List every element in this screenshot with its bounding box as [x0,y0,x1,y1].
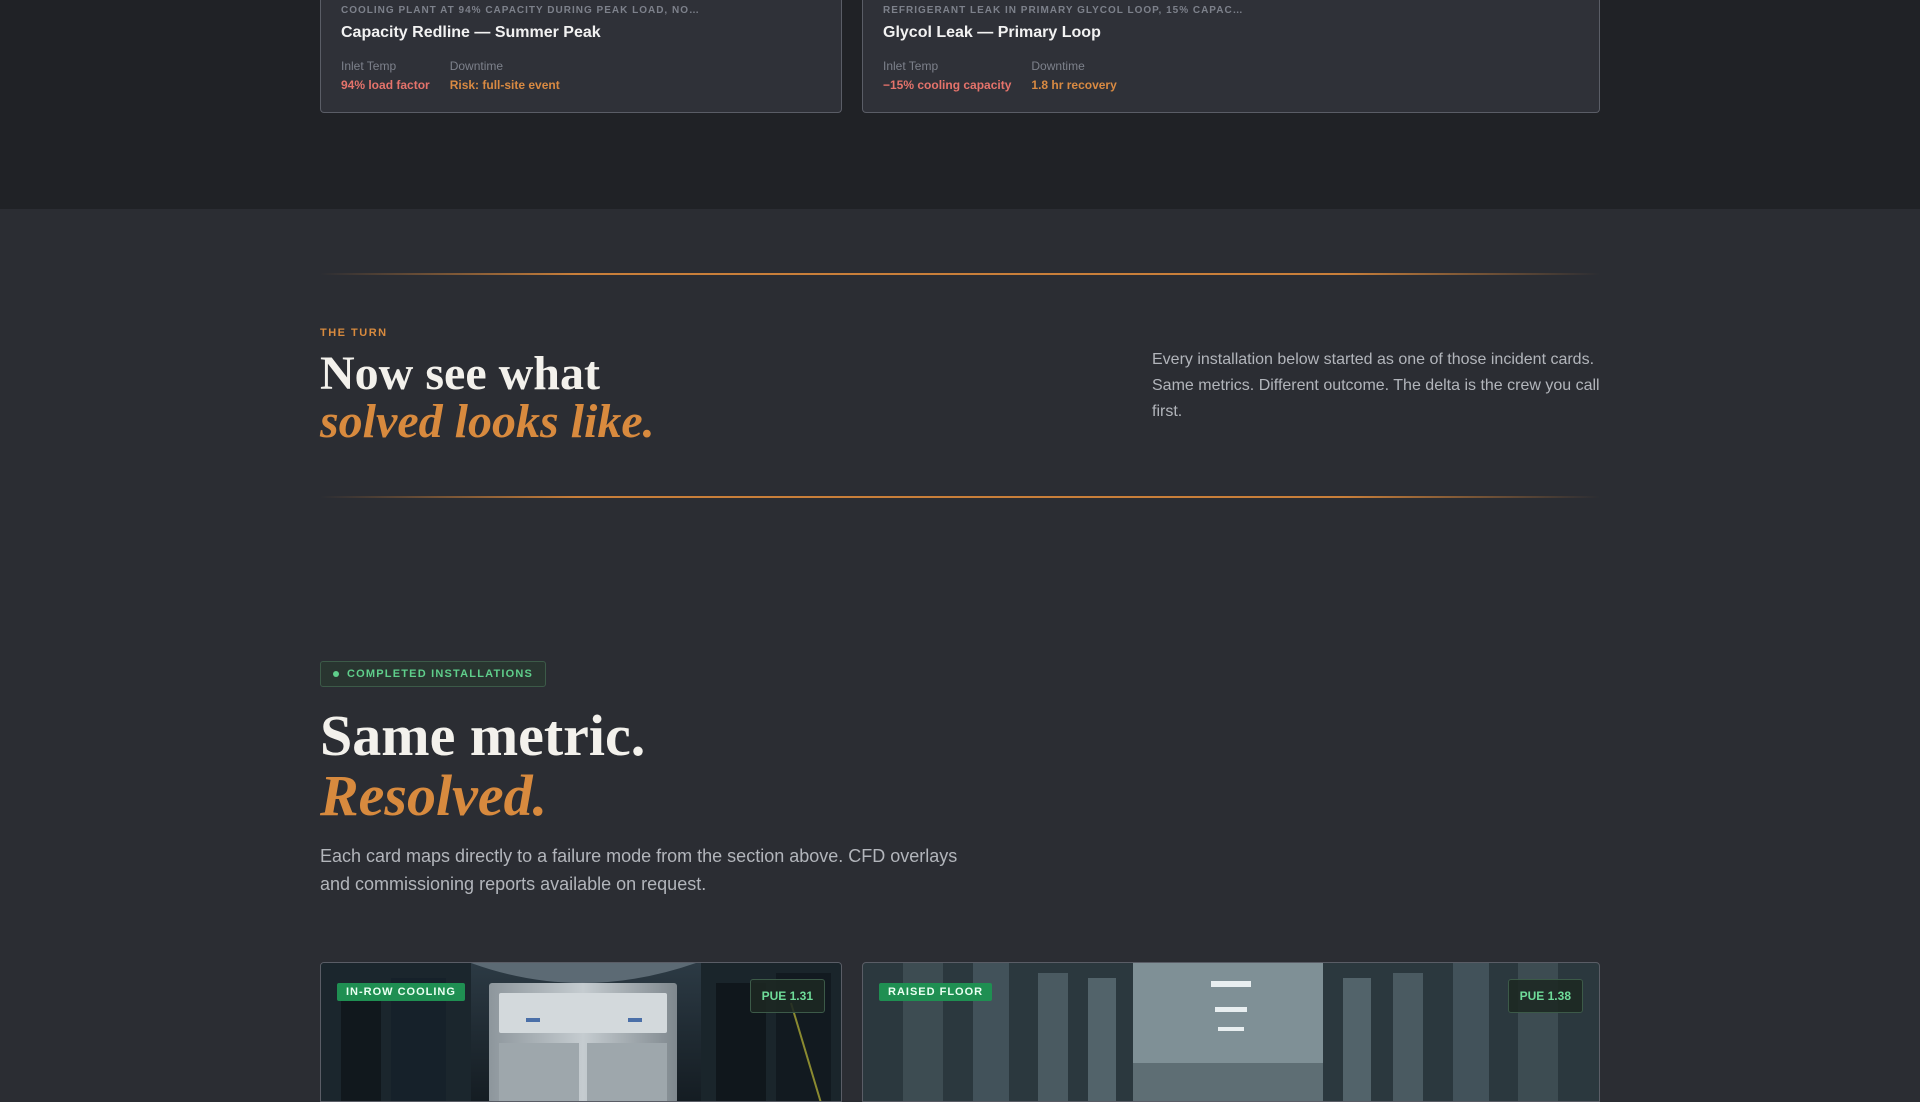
completed-installations-badge: COMPLETED INSTALLATIONS [320,661,547,687]
incident-eyebrow: COOLING PLANT AT 94% CAPACITY DURING PEA… [341,5,700,16]
installation-card-in-row-cooling[interactable]: IN-ROW COOLING PUE 1.31 [320,962,842,1102]
incident-eyebrow: REFRIGERANT LEAK IN PRIMARY GLYCOL LOOP,… [883,5,1244,16]
metric-label: Inlet Temp [883,59,939,73]
badge-label: COMPLETED INSTALLATIONS [347,668,534,680]
metric-inlet-temp: Inlet Temp −15% cooling capacity [883,59,1011,92]
metric-inlet-temp: Inlet Temp 94% load factor [341,59,430,92]
status-dot-icon [333,671,339,677]
card-tag: RAISED FLOOR [879,983,993,1001]
installations-description: Each card maps directly to a failure mod… [320,846,958,894]
card-tag: IN-ROW COOLING [337,983,465,1001]
section-divider-bottom [320,496,1600,498]
installations-heading-line1: Same metric. [320,703,646,768]
installations-heading: Same metric. Resolved. [320,706,645,826]
turn-heading-line1: Now see what [320,347,600,400]
installations-heading-accent: Resolved. [320,763,548,828]
metric-downtime: Downtime Risk: full-site event [450,59,560,92]
metric-label: Downtime [449,59,504,73]
installation-card-raised-floor[interactable]: RAISED FLOOR PUE 1.38 [862,962,1600,1102]
incident-title: Glycol Leak — Primary Loop [883,24,1101,41]
metric-value: −15% cooling capacity [883,78,1012,92]
incident-card-capacity-redline[interactable]: COOLING PLANT AT 94% CAPACITY DURING PEA… [320,0,842,113]
metric-value: Risk: full-site event [449,78,560,92]
turn-heading: Now see what solved looks like. [320,350,655,446]
incident-metrics: Inlet Temp −15% cooling capacity Downtim… [883,59,1117,92]
metric-value: 94% load factor [341,78,430,92]
incident-metrics: Inlet Temp 94% load factor Downtime Risk… [341,59,560,92]
turn-eyebrow: THE TURN [320,327,388,339]
turn-heading-accent: solved looks like. [320,395,655,448]
incident-title: Capacity Redline — Summer Peak [341,24,601,41]
pue-badge: PUE 1.31 [749,979,825,1013]
metric-label: Inlet Temp [341,59,397,73]
pue-badge: PUE 1.38 [1507,979,1583,1013]
metric-value: 1.8 hr recovery [1031,78,1117,92]
metric-downtime: Downtime 1.8 hr recovery [1031,59,1116,92]
incident-card-glycol-leak[interactable]: REFRIGERANT LEAK IN PRIMARY GLYCOL LOOP,… [862,0,1600,113]
metric-label: Downtime [1031,59,1085,73]
section-divider-top [320,273,1600,275]
turn-description: Every installation below started as one … [1152,351,1600,420]
